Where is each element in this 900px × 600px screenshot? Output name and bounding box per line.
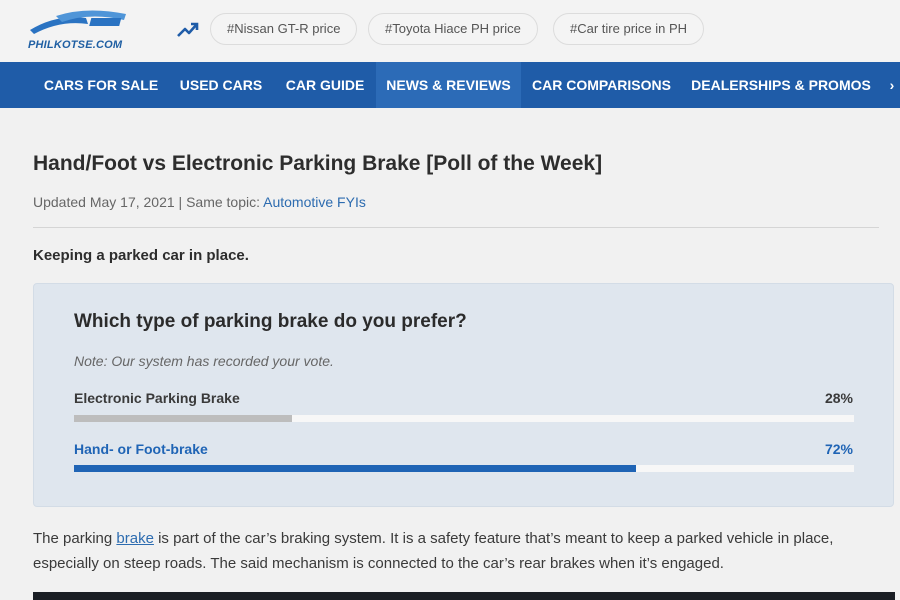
nav-item-car-guide[interactable]: CAR GUIDE [274,62,376,108]
poll-bar-fill-electronic [74,415,293,422]
divider [33,227,879,228]
brake-link[interactable]: brake [116,530,154,547]
nav-item-cars-for-sale[interactable]: CARS FOR SALE [33,62,169,108]
trending-chip-toyota-hiace[interactable]: #Toyota Hiace PH price [368,13,538,45]
trending-chip-car-tire[interactable]: #Car tire price in PH [553,13,705,45]
poll-bar-track-hand-foot [74,465,854,472]
trending-chip-nissan-gtr[interactable]: #Nissan GT-R price [210,13,358,45]
nav-item-car-comparisons[interactable]: CAR COMPARISONS [521,62,682,108]
poll-bar-track-electronic [74,415,854,422]
nav-item-news-reviews[interactable]: NEWS & REVIEWS [376,62,521,108]
poll-option-percent-electronic: 28% [824,390,853,406]
poll-option-label-hand-foot: Hand- or Foot-brake [74,441,208,457]
poll-note: Note: Our system has recorded your vote. [74,353,334,369]
topic-link[interactable]: Automotive FYIs [263,194,366,210]
article-meta: Updated May 17, 2021 | Same topic: Autom… [33,194,366,210]
site-logo[interactable]: PHILKOTSE.COM [26,8,136,54]
top-bar: PHILKOTSE.COM #Nissan GT-R price #Toyota… [0,0,900,62]
article-image-top-edge [33,592,895,600]
article: Hand/Foot vs Electronic Parking Brake [P… [0,108,900,600]
poll-option-percent-hand-foot: 72% [824,441,853,457]
article-updated-date: Updated May 17, 2021 | Same topic: [33,194,264,210]
article-paragraph: The parking brake is part of the car’s b… [33,526,893,576]
poll-option-label-electronic: Electronic Parking Brake [74,390,240,406]
poll-box: Which type of parking brake do you prefe… [33,283,894,507]
paragraph-text-rest: is part of the car’s braking system. It … [33,530,834,572]
logo-text: PHILKOTSE.COM [28,39,123,51]
nav-more-arrow-icon[interactable]: › [884,62,900,108]
trending-icon [177,22,199,37]
logo-mark-icon [30,10,126,34]
poll-bar-fill-hand-foot [74,465,636,472]
poll-question: Which type of parking brake do you prefe… [74,311,467,332]
main-nav: CARS FOR SALE USED CARS CAR GUIDE NEWS &… [0,62,900,108]
article-lead: Keeping a parked car in place. [33,247,249,264]
article-title: Hand/Foot vs Electronic Parking Brake [P… [33,152,603,175]
paragraph-text-start: The parking [33,530,117,547]
nav-item-used-cars[interactable]: USED CARS [168,62,274,108]
nav-item-dealerships-promos[interactable]: DEALERSHIPS & PROMOS [682,62,880,108]
